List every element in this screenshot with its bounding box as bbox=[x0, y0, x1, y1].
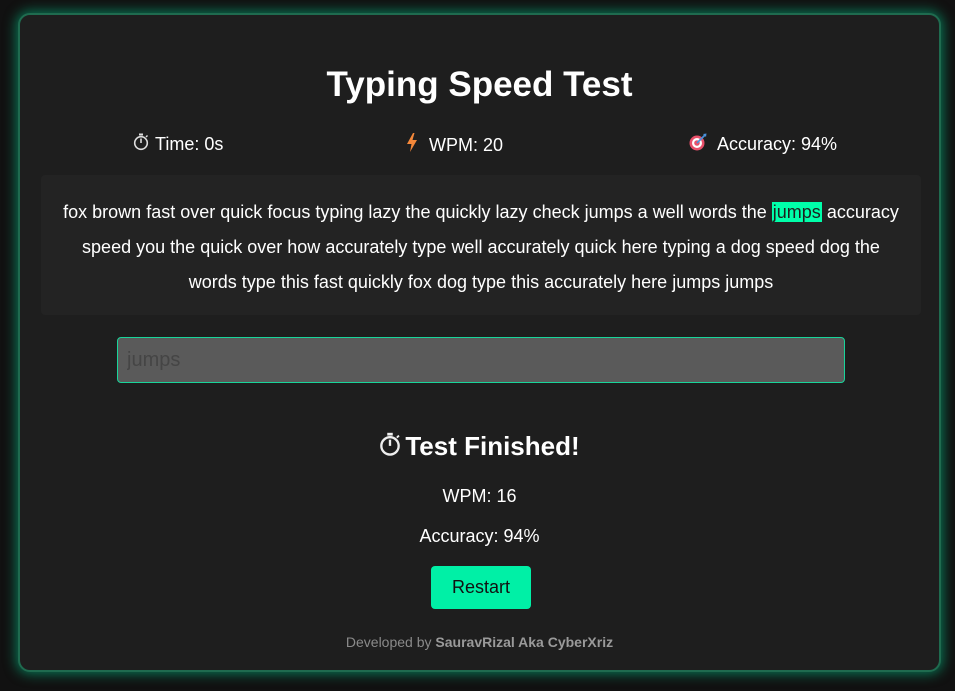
passage-word: type bbox=[241, 272, 276, 292]
passage-word: fast bbox=[146, 202, 176, 222]
accuracy-value: Accuracy: 94% bbox=[717, 134, 838, 154]
passage-word: words bbox=[188, 272, 237, 292]
passage-word: dog bbox=[436, 272, 467, 292]
passage-word: fast bbox=[313, 272, 343, 292]
typing-test-card: Typing Speed Test Time: 0s WPM: 20 Accur… bbox=[18, 13, 941, 672]
current-word: jumps bbox=[771, 202, 822, 222]
passage-word: brown bbox=[92, 202, 142, 222]
passage-word: check bbox=[532, 202, 580, 222]
typing-input[interactable] bbox=[117, 337, 845, 383]
passage-word: typing bbox=[662, 237, 711, 257]
stopwatch-icon bbox=[379, 432, 401, 464]
passage-word: the bbox=[170, 237, 196, 257]
page-title: Typing Speed Test bbox=[326, 65, 633, 104]
stopwatch-icon bbox=[133, 133, 149, 156]
passage-word: this bbox=[280, 272, 309, 292]
wpm-stat: WPM: 20 bbox=[406, 133, 503, 157]
accuracy-stat: Accuracy: 94% bbox=[689, 133, 837, 156]
live-stats: Time: 0s WPM: 20 Accuracy: 94% bbox=[20, 133, 939, 157]
passage-word: lazy bbox=[368, 202, 401, 222]
passage-word: the bbox=[405, 202, 431, 222]
passage-word: over bbox=[180, 202, 216, 222]
passage-word: accurately bbox=[544, 272, 627, 292]
passage-text: fox brown fast over quick focus typing l… bbox=[41, 175, 921, 315]
result-accuracy: Accuracy: 94% bbox=[419, 526, 540, 546]
lightning-icon bbox=[406, 133, 418, 157]
passage-word: accuracy bbox=[826, 202, 899, 222]
passage-word: well bbox=[652, 202, 684, 222]
passage-word: typing bbox=[315, 202, 364, 222]
passage-word: fox bbox=[407, 272, 432, 292]
time-stat: Time: 0s bbox=[133, 133, 223, 156]
passage-word: you bbox=[136, 237, 166, 257]
passage-word: quickly bbox=[435, 202, 491, 222]
passage-word: the bbox=[741, 202, 767, 222]
result-wpm: WPM: 16 bbox=[442, 486, 517, 506]
footer-prefix: Developed by bbox=[345, 634, 432, 650]
restart-button[interactable]: Restart bbox=[431, 566, 531, 609]
passage-word: quick bbox=[574, 237, 617, 257]
passage-word: accurately bbox=[325, 237, 408, 257]
passage-word: jumps bbox=[672, 272, 721, 292]
passage-word: how bbox=[287, 237, 321, 257]
passage-word: dog bbox=[730, 237, 761, 257]
passage-word: words bbox=[688, 202, 737, 222]
passage-word: the bbox=[854, 237, 880, 257]
time-value: Time: 0s bbox=[155, 134, 224, 154]
target-icon bbox=[689, 133, 707, 156]
passage-word: a bbox=[637, 202, 648, 222]
passage-word: well bbox=[451, 237, 483, 257]
passage-word: dog bbox=[819, 237, 850, 257]
passage-word: speed bbox=[82, 237, 132, 257]
footer-credit: Developed by SauravRizal Aka CyberXriz bbox=[20, 634, 939, 650]
results-title: Test Finished! bbox=[405, 431, 580, 461]
passage-word: quickly bbox=[347, 272, 403, 292]
passage-word: speed bbox=[765, 237, 815, 257]
passage-word: this bbox=[511, 272, 540, 292]
passage-word: lazy bbox=[495, 202, 528, 222]
passage-word: fox bbox=[63, 202, 88, 222]
passage-word: accurately bbox=[487, 237, 570, 257]
passage-word: here bbox=[631, 272, 668, 292]
passage-word: a bbox=[715, 237, 726, 257]
passage-word: quick bbox=[220, 202, 263, 222]
passage-word: quick bbox=[200, 237, 243, 257]
passage-word: type bbox=[412, 237, 447, 257]
passage-word: jumps bbox=[725, 272, 774, 292]
passage-word: focus bbox=[267, 202, 311, 222]
passage-word: jumps bbox=[584, 202, 633, 222]
wpm-value: WPM: 20 bbox=[429, 134, 504, 155]
results-heading: Test Finished! bbox=[20, 431, 939, 464]
passage-word: here bbox=[621, 237, 658, 257]
passage-word: type bbox=[472, 272, 507, 292]
passage-word: over bbox=[247, 237, 283, 257]
footer-author: SauravRizal Aka CyberXriz bbox=[435, 634, 614, 650]
